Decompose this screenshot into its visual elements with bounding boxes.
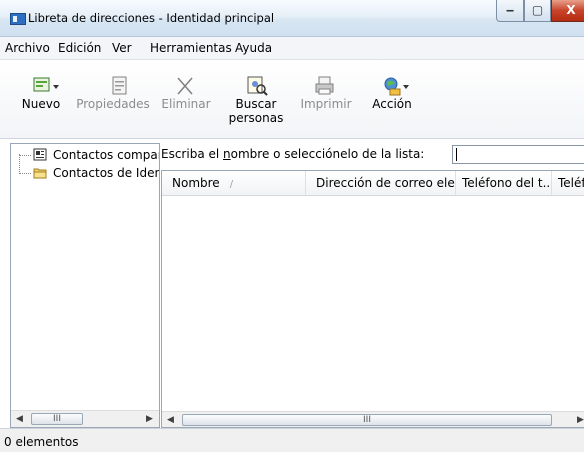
status-bar: 0 elementos <box>0 428 584 452</box>
tree-branch-line <box>19 173 31 174</box>
print-label: Imprimir <box>300 97 352 111</box>
list-header: Nombre / Dirección de correo ele... Teléf… <box>162 171 584 196</box>
column-home-phone[interactable]: Teléfono del t... <box>456 171 552 195</box>
column-name-label: Nombre <box>172 176 220 190</box>
delete-label: Eliminar <box>161 97 211 111</box>
properties-button[interactable]: Propiedades <box>73 60 153 138</box>
menu-edicion[interactable]: Edición <box>58 41 101 55</box>
delete-button[interactable]: Eliminar <box>160 60 212 138</box>
folder-icon <box>33 168 47 179</box>
properties-label: Propiedades <box>76 97 150 111</box>
column-name[interactable]: Nombre / <box>162 171 306 195</box>
print-button[interactable]: Imprimir <box>299 60 353 138</box>
properties-icon <box>112 76 127 95</box>
maximize-button[interactable]: ▢ <box>524 0 551 22</box>
name-search-input[interactable] <box>452 145 584 164</box>
scroll-left-arrow[interactable]: ◀ <box>162 413 179 427</box>
toolbar: Nuevo Propiedades Eliminar Buscar person… <box>0 60 584 139</box>
tree-horizontal-scrollbar[interactable]: ◀ III ▶ <box>11 410 159 427</box>
list-horizontal-scrollbar[interactable]: ◀ III ▶ <box>162 411 584 427</box>
chevron-down-icon <box>403 85 409 89</box>
find-label-line-2: personas <box>228 111 284 125</box>
column-phone[interactable]: Teléfono <box>552 171 584 195</box>
contact-list[interactable]: Nombre / Dirección de correo ele... Teléf… <box>161 170 584 428</box>
action-label: Acción <box>372 97 412 111</box>
tree-item-label: Contactos de Identidad principal <box>53 166 160 180</box>
text-caret <box>456 148 457 161</box>
chevron-down-icon <box>53 85 59 89</box>
scroll-thumb[interactable]: III <box>31 413 83 425</box>
action-icon <box>384 77 401 96</box>
item-count: 0 elementos <box>4 435 79 449</box>
scroll-thumb[interactable]: III <box>182 414 552 426</box>
new-button[interactable]: Nuevo <box>15 60 67 138</box>
menu-archivo[interactable]: Archivo <box>5 41 50 55</box>
find-people-icon <box>247 76 268 96</box>
address-book-app-icon[interactable] <box>10 13 26 25</box>
contacts-book-icon <box>33 148 47 161</box>
new-contact-icon <box>33 77 50 92</box>
address-book-window: Libreta de direcciones - Identidad princ… <box>0 0 584 452</box>
menu-ver[interactable]: Ver <box>112 41 132 55</box>
tree-item-shared-contacts[interactable]: Contactos compartidos <box>11 146 159 164</box>
action-button[interactable]: Acción <box>365 60 419 138</box>
menu-bar: Archivo Edición Ver Herramientas Ayuda <box>0 37 584 60</box>
delete-x-icon <box>177 77 193 95</box>
printer-icon <box>315 76 334 95</box>
scroll-right-arrow[interactable]: ▶ <box>141 412 158 427</box>
find-people-label: Buscar personas <box>226 97 286 125</box>
find-people-button[interactable]: Buscar personas <box>226 60 286 138</box>
search-label-accesskey: n <box>223 147 231 161</box>
search-label-suffix: ombre o selecciónelo de la lista: <box>230 147 425 161</box>
search-label-prefix: Escriba el <box>161 147 224 161</box>
search-label: Escriba el nombre o selecciónelo de la l… <box>161 147 424 161</box>
tree-item-label: Contactos compartidos <box>53 148 159 162</box>
column-email[interactable]: Dirección de correo ele... <box>306 171 456 195</box>
close-button[interactable]: X <box>551 0 584 22</box>
folder-tree[interactable]: Contactos compartidos Contactos de Ident… <box>10 143 160 428</box>
menu-ayuda[interactable]: Ayuda <box>235 41 272 55</box>
minimize-button[interactable]: ‒ <box>496 0 524 22</box>
title-bar[interactable]: Libreta de direcciones - Identidad princ… <box>0 0 584 37</box>
window-title: Libreta de direcciones - Identidad princ… <box>28 11 275 25</box>
find-label-line-1: Buscar <box>235 97 277 111</box>
tree-item-identity-contacts[interactable]: Contactos de Identidad principal <box>11 164 160 182</box>
sort-indicator: / <box>229 179 234 190</box>
new-label: Nuevo <box>21 97 61 111</box>
scroll-right-arrow[interactable]: ▶ <box>572 413 584 427</box>
tree-branch-line <box>19 155 31 156</box>
menu-herramientas[interactable]: Herramientas <box>150 41 232 55</box>
scroll-left-arrow[interactable]: ◀ <box>11 412 28 427</box>
